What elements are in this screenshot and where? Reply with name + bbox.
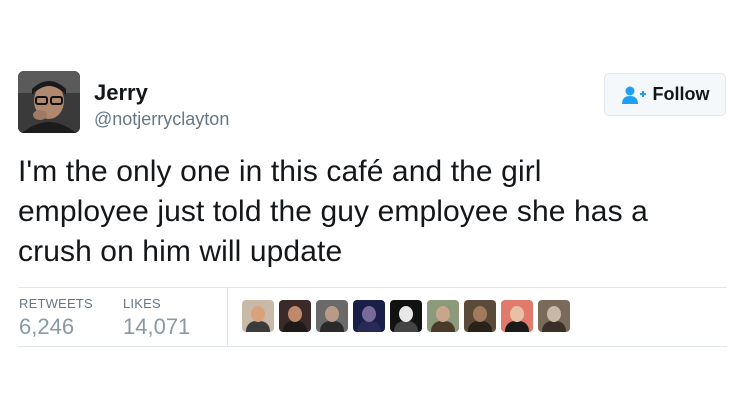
stats-divider-bottom [18,346,727,347]
tweet-text-line: I'm the only one in this café and the gi… [18,155,542,188]
tweet-text: I'm the only one in this café and the gi… [18,152,738,272]
liker-avatars [242,300,575,334]
add-user-icon [621,85,647,105]
author-name[interactable]: Jerry [94,80,148,106]
stats-separator [227,288,228,346]
tweet-text-line: employee just told the guy employee she … [18,195,648,228]
author-avatar[interactable] [18,71,80,133]
liker-avatar[interactable] [390,300,422,332]
liker-avatar[interactable] [279,300,311,332]
follow-button[interactable]: Follow [604,73,726,116]
liker-avatar[interactable] [538,300,570,332]
author-handle[interactable]: @notjerryclayton [94,108,229,130]
liker-avatar[interactable] [427,300,459,332]
user-avatar-icon [18,71,80,133]
likes-count: 14,071 [123,314,191,339]
liker-avatar[interactable] [501,300,533,332]
liker-avatar[interactable] [353,300,385,332]
liker-avatar[interactable] [464,300,496,332]
tweet-card: Jerry @notjerryclayton Follow I'm the on… [0,0,750,420]
follow-button-label: Follow [652,84,710,104]
tweet-stats: RETWEETS 6,246 LIKES 14,071 [18,288,727,346]
retweets-label: RETWEETS [19,296,93,311]
tweet-text-line: crush on him will update [18,235,343,268]
likes-label: LIKES [123,296,161,311]
liker-avatar[interactable] [316,300,348,332]
retweets-count: 6,246 [19,314,75,339]
liker-avatar[interactable] [242,300,274,332]
